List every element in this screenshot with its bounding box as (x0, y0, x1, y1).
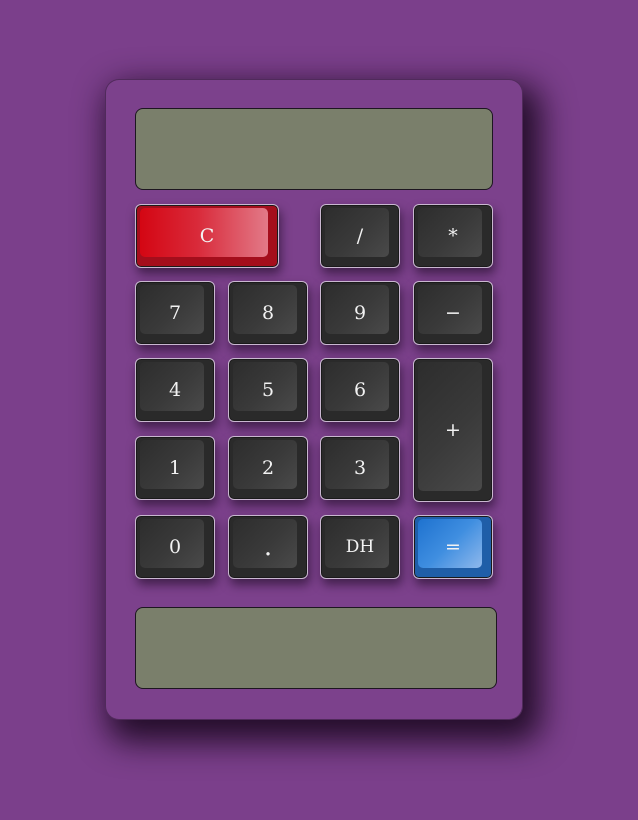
digit-0-label: 0 (168, 536, 182, 558)
digit-8-label: 8 (261, 302, 275, 324)
multiply-button[interactable]: * (413, 204, 493, 268)
plus-label: + (445, 419, 461, 441)
digit-1-label: 1 (168, 457, 182, 479)
multiply-label: * (448, 225, 458, 247)
minus-button[interactable]: − (413, 281, 493, 345)
dh-button[interactable]: DH (320, 515, 400, 579)
digit-9-label: 9 (353, 302, 367, 324)
decimal-button[interactable]: . (228, 515, 308, 579)
divide-button[interactable]: / (320, 204, 400, 268)
calculator-body: C / * 7 8 9 − 4 5 6 + 1 2 3 0 . DH = (105, 79, 523, 720)
digit-3-button[interactable]: 3 (320, 436, 400, 500)
plus-button[interactable]: + (413, 358, 493, 502)
equals-label: = (445, 536, 461, 558)
digit-4-button[interactable]: 4 (135, 358, 215, 422)
digit-6-button[interactable]: 6 (320, 358, 400, 422)
digit-6-label: 6 (353, 379, 367, 401)
digit-2-label: 2 (261, 457, 275, 479)
digit-0-button[interactable]: 0 (135, 515, 215, 579)
secondary-display (135, 607, 497, 689)
digit-9-button[interactable]: 9 (320, 281, 400, 345)
digit-7-button[interactable]: 7 (135, 281, 215, 345)
minus-label: − (445, 302, 461, 324)
digit-8-button[interactable]: 8 (228, 281, 308, 345)
equals-button[interactable]: = (413, 515, 493, 579)
decimal-label: . (263, 532, 273, 562)
digit-3-label: 3 (353, 457, 367, 479)
clear-button[interactable]: C (135, 204, 279, 268)
clear-label: C (199, 225, 215, 247)
digit-5-label: 5 (261, 379, 275, 401)
digit-5-button[interactable]: 5 (228, 358, 308, 422)
digit-7-label: 7 (168, 302, 182, 324)
main-display (135, 108, 493, 190)
divide-label: / (356, 225, 364, 247)
dh-label: DH (345, 537, 375, 557)
digit-1-button[interactable]: 1 (135, 436, 215, 500)
digit-2-button[interactable]: 2 (228, 436, 308, 500)
digit-4-label: 4 (168, 379, 182, 401)
